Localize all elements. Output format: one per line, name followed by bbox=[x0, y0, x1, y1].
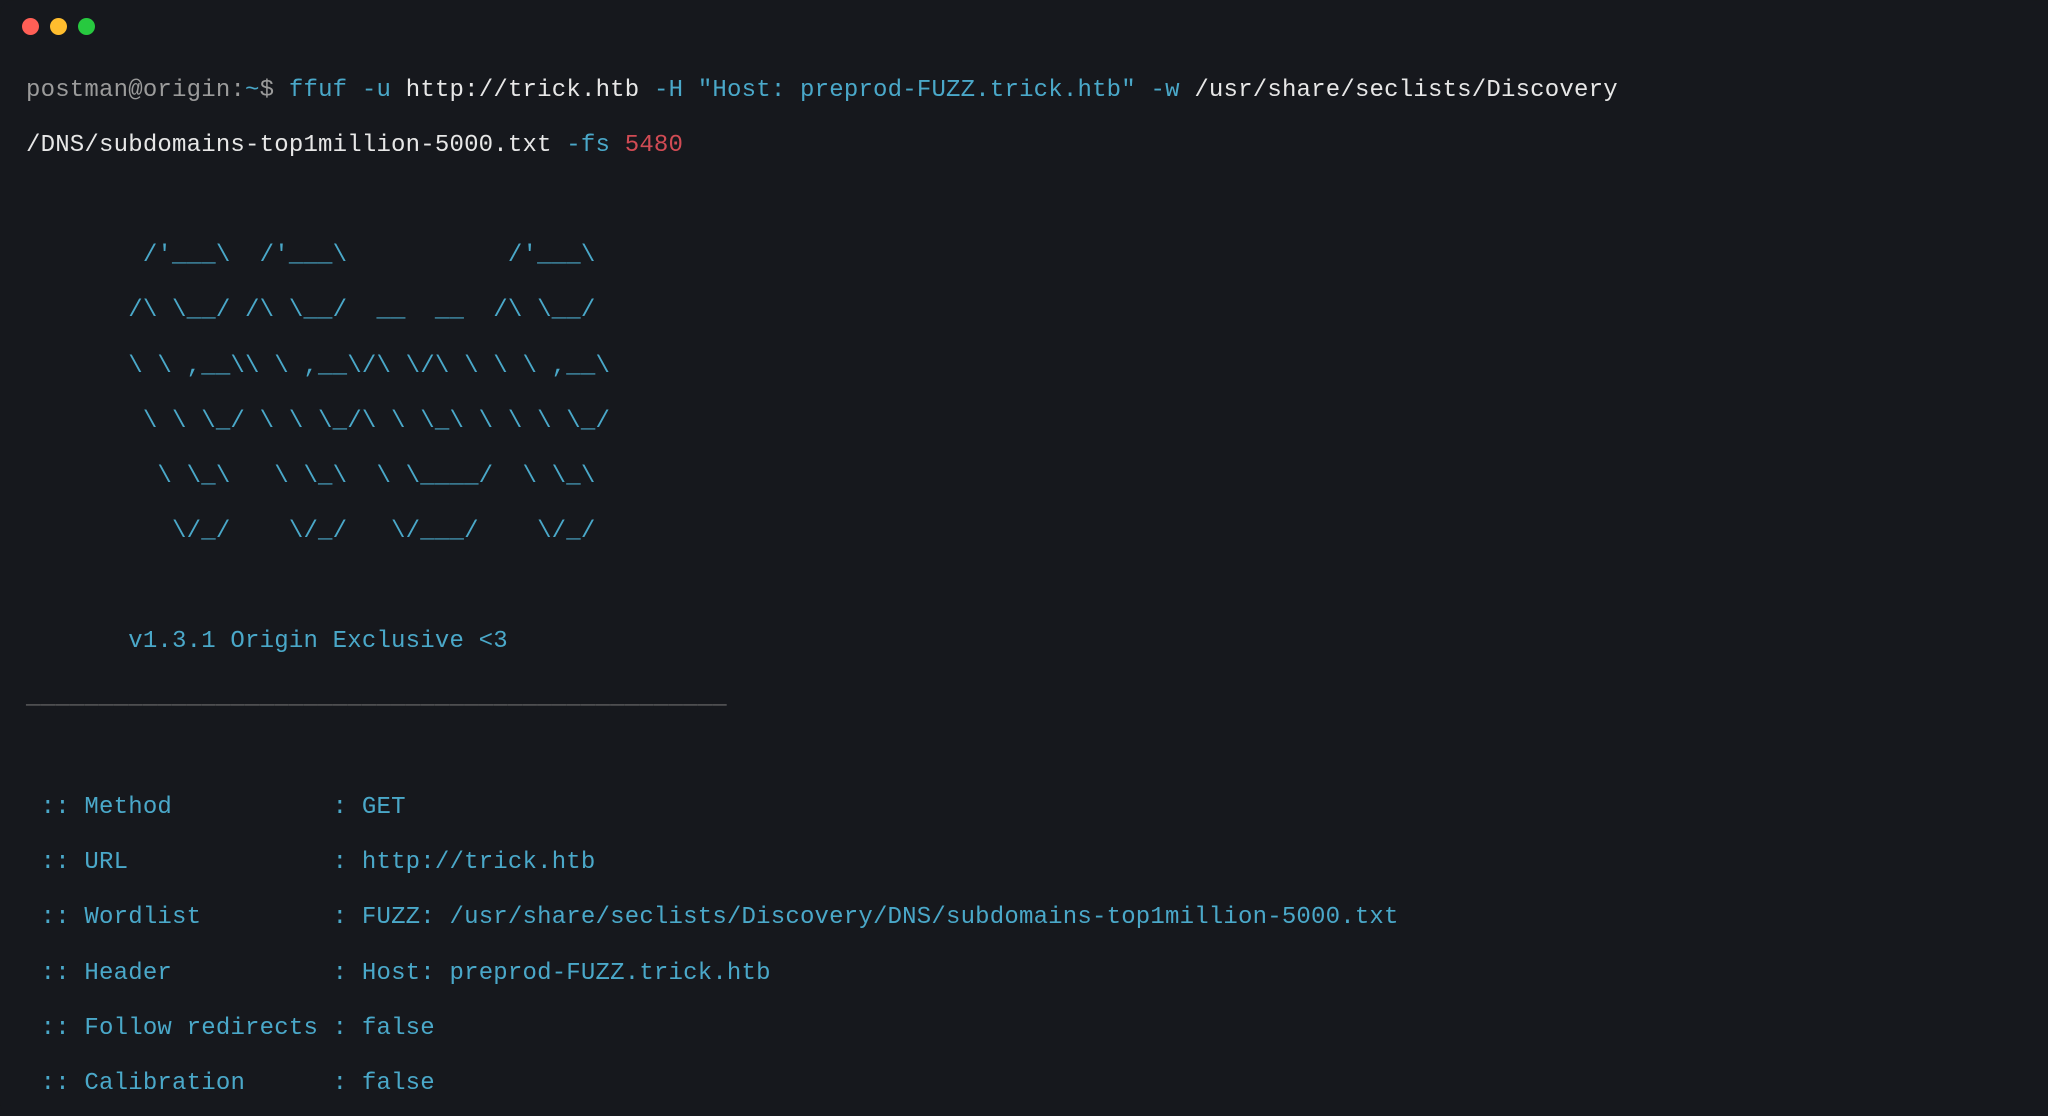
terminal-body[interactable]: postman@origin:~$ ffuf -u http://trick.h… bbox=[0, 49, 2048, 1116]
config-method: :: Method : GET bbox=[26, 794, 2022, 822]
cfg-prefix: :: bbox=[26, 960, 84, 987]
config-follow-redirects: :: Follow redirects : false bbox=[26, 1015, 2022, 1043]
maximize-icon[interactable] bbox=[78, 18, 95, 35]
ascii-art-2: /\ \__/ /\ \__/ __ __ /\ \__/ bbox=[26, 297, 2022, 325]
window-titlebar bbox=[0, 0, 2048, 49]
cmd-url: http://trick.htb bbox=[406, 77, 640, 104]
prompt-cwd: ~ bbox=[245, 77, 260, 104]
cfg-value: Host: preprod-FUZZ.trick.htb bbox=[362, 960, 771, 987]
config-header: :: Header : Host: preprod-FUZZ.trick.htb bbox=[26, 960, 2022, 988]
cmd-wordlist-part1: /usr/share/seclists/Discovery bbox=[1194, 77, 1617, 104]
cmd-fs-value: 5480 bbox=[625, 132, 683, 159]
cmd-flag-w: -w bbox=[1151, 77, 1180, 104]
prompt-sep: : bbox=[230, 77, 245, 104]
cfg-value: http://trick.htb bbox=[362, 849, 596, 876]
version-line: v1.3.1 Origin Exclusive <3 bbox=[26, 628, 2022, 656]
cfg-label: URL bbox=[84, 849, 318, 876]
cfg-colon: : bbox=[318, 1015, 362, 1042]
minimize-icon[interactable] bbox=[50, 18, 67, 35]
close-icon[interactable] bbox=[22, 18, 39, 35]
ascii-art-6: \/_/ \/_/ \/___/ \/_/ bbox=[26, 518, 2022, 546]
command-line-2: /DNS/subdomains-top1million-5000.txt -fs… bbox=[26, 132, 2022, 160]
cfg-label: Method bbox=[84, 794, 318, 821]
config-calibration: :: Calibration : false bbox=[26, 1070, 2022, 1098]
cfg-colon: : bbox=[318, 849, 362, 876]
cfg-label: Calibration bbox=[84, 1070, 318, 1097]
prompt-user-host: postman@origin bbox=[26, 77, 230, 104]
terminal-window: postman@origin:~$ ffuf -u http://trick.h… bbox=[0, 0, 2048, 1116]
cfg-label: Header bbox=[84, 960, 318, 987]
cmd-flag-u: -u bbox=[362, 77, 391, 104]
cmd-wordlist-part2: /DNS/subdomains-top1million-5000.txt bbox=[26, 132, 552, 159]
ascii-art-4: \ \ \_/ \ \ \_/\ \ \_\ \ \ \ \_/ bbox=[26, 408, 2022, 436]
cfg-colon: : bbox=[318, 960, 362, 987]
cfg-value: false bbox=[362, 1070, 435, 1097]
cfg-value: FUZZ: /usr/share/seclists/Discovery/DNS/… bbox=[362, 904, 1399, 931]
cmd-flag-fs: -fs bbox=[566, 132, 610, 159]
cfg-colon: : bbox=[318, 794, 362, 821]
cfg-colon: : bbox=[318, 904, 362, 931]
cfg-prefix: :: bbox=[26, 849, 84, 876]
cfg-value: GET bbox=[362, 794, 406, 821]
command-line: postman@origin:~$ ffuf -u http://trick.h… bbox=[26, 77, 2022, 105]
cmd-header-arg: "Host: preprod-FUZZ.trick.htb" bbox=[698, 77, 1136, 104]
cfg-label: Wordlist bbox=[84, 904, 318, 931]
divider-top: ________________________________________… bbox=[26, 684, 2022, 712]
ascii-art-1: /'___\ /'___\ /'___\ bbox=[26, 242, 2022, 270]
cfg-colon: : bbox=[318, 1070, 362, 1097]
config-url: :: URL : http://trick.htb bbox=[26, 849, 2022, 877]
prompt-dollar: $ bbox=[260, 77, 275, 104]
cfg-value: false bbox=[362, 1015, 435, 1042]
cmd-bin: ffuf bbox=[289, 77, 347, 104]
ascii-art-3: \ \ ,__\\ \ ,__\/\ \/\ \ \ \ ,__\ bbox=[26, 353, 2022, 381]
cfg-label: Follow redirects bbox=[84, 1015, 318, 1042]
ascii-art-5: \ \_\ \ \_\ \ \____/ \ \_\ bbox=[26, 463, 2022, 491]
cfg-prefix: :: bbox=[26, 794, 84, 821]
config-wordlist: :: Wordlist : FUZZ: /usr/share/seclists/… bbox=[26, 904, 2022, 932]
cfg-prefix: :: bbox=[26, 1070, 84, 1097]
cmd-flag-h: -H bbox=[654, 77, 683, 104]
cfg-prefix: :: bbox=[26, 1015, 84, 1042]
cfg-prefix: :: bbox=[26, 904, 84, 931]
